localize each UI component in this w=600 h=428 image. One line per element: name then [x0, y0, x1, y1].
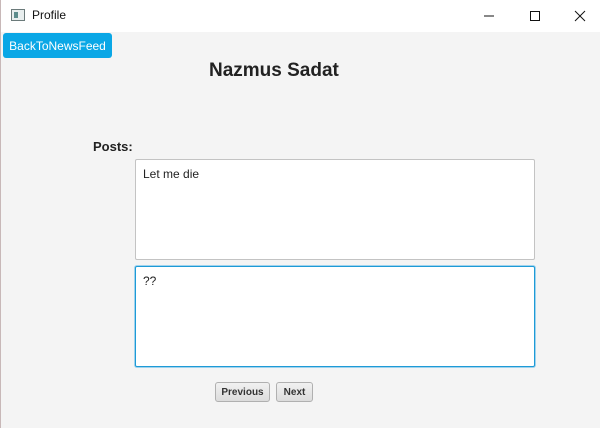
maximize-icon	[530, 11, 540, 21]
previous-button[interactable]: Previous	[215, 382, 270, 402]
title-bar[interactable]: Profile	[1, 0, 600, 32]
posts-label: Posts:	[93, 139, 133, 154]
close-button[interactable]	[557, 0, 600, 32]
profile-window: Profile BackToNewsFeed Nazmus Sadat Post…	[0, 0, 600, 428]
window-title: Profile	[32, 8, 67, 22]
back-to-newsfeed-button[interactable]: BackToNewsFeed	[3, 33, 112, 58]
minimize-icon	[484, 15, 494, 17]
window-app-icon	[11, 9, 25, 21]
close-icon	[574, 10, 586, 22]
minimize-button[interactable]	[466, 0, 512, 32]
maximize-button[interactable]	[512, 0, 558, 32]
post-text-area[interactable]: Let me die	[135, 159, 535, 260]
profile-name: Nazmus Sadat	[209, 60, 339, 81]
post-text-area-focused[interactable]: ??	[135, 266, 535, 367]
next-button[interactable]: Next	[276, 382, 313, 402]
